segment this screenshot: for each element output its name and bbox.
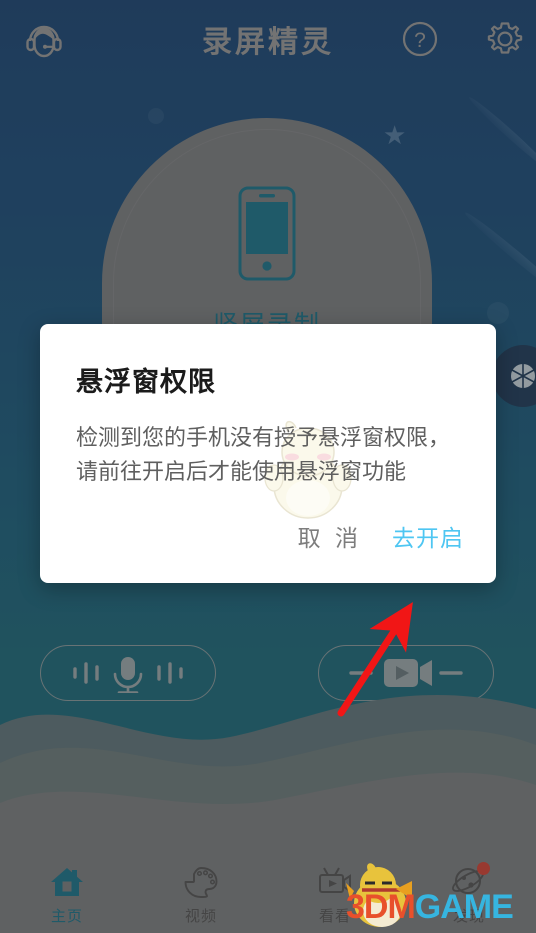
dialog-message: 检测到您的手机没有授予悬浮窗权限，请前往开启后才能使用悬浮窗功能 xyxy=(76,425,451,485)
cancel-button[interactable]: 取 消 xyxy=(296,515,364,557)
app-screen: ★ 录屏精灵 ? 主页 视频 看看 发现 悬浮窗权限 检测到您的手机没有授予悬浮… xyxy=(0,0,536,933)
dialog-actions: 取 消 去开启 xyxy=(40,489,496,583)
dialog-title: 悬浮窗权限 xyxy=(76,367,216,397)
go-enable-button[interactable]: 去开启 xyxy=(390,515,466,557)
permission-dialog: 悬浮窗权限 检测到您的手机没有授予悬浮窗权限，请前往开启后才能使用悬浮窗功能 取… xyxy=(40,324,496,584)
